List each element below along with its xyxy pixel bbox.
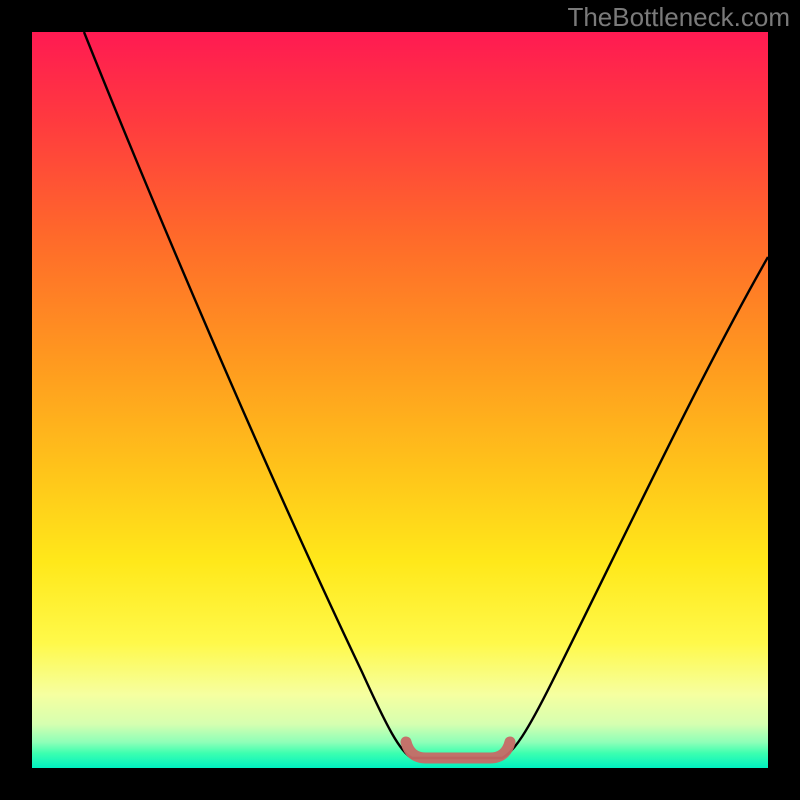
chart-frame: TheBottleneck.com xyxy=(0,0,800,800)
curve-svg xyxy=(32,32,768,768)
trough-marker-layer xyxy=(406,742,510,758)
curve-layer xyxy=(84,32,768,758)
watermark-text: TheBottleneck.com xyxy=(567,2,790,33)
bottleneck-curve xyxy=(84,32,768,758)
plot-area xyxy=(32,32,768,768)
trough-marker xyxy=(406,742,510,758)
